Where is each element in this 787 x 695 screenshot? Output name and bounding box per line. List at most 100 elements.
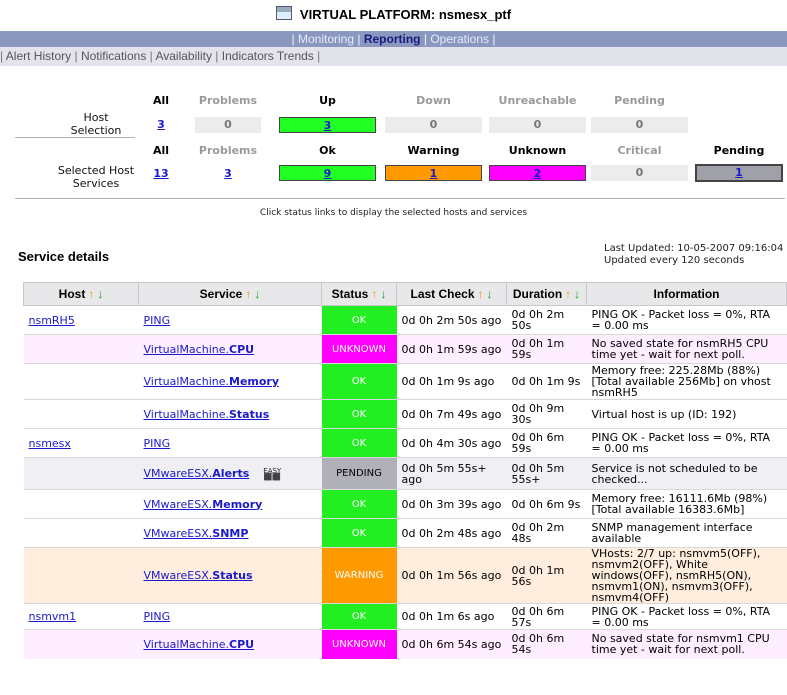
sort-down-icon[interactable]: ↓ [487,287,493,301]
menu-monitoring[interactable]: Monitoring [298,32,354,46]
service-cell: VMwareESX.Alerts EASY ⬛⬛ [138,457,322,490]
last-check-cell: 0d 0h 1m 59s ago [396,334,507,364]
service-link[interactable]: VirtualMachine.Status [144,408,270,421]
svc-problems-link[interactable]: 3 [224,167,232,180]
information-cell: Service is not scheduled to be checked..… [586,457,787,490]
sort-up-icon[interactable]: ↑ [478,287,484,301]
host-cell [23,334,139,364]
host-cell: nsmesx [23,428,139,458]
service-cell: VirtualMachine.Status [138,399,322,429]
service-cell: PING [138,428,322,458]
service-link[interactable]: VMwareESX.Memory [144,498,263,511]
host-selection-label: Host Selection [70,111,122,137]
service-cell: VirtualMachine.CPU [138,629,322,659]
svc-pending-link[interactable]: 1 [735,166,743,179]
last-check-cell: 0d 0h 5m 55s+ ago [396,457,507,490]
service-cell: VMwareESX.SNMP [138,518,322,548]
col-status[interactable]: Status ↑ ↓ [321,282,397,306]
service-cell: VMwareESX.Memory [138,489,322,519]
duration-cell: 0d 0h 6m 54s [506,629,587,659]
menu-operations[interactable]: Operations [430,32,489,46]
svc-all-header: All [152,144,170,157]
table-row: nsmesx PING OK 0d 0h 4m 30s ago 0d 0h 6m 59s… [23,428,787,458]
submenu-indicators-trends[interactable]: Indicators Trends [222,49,314,63]
host-cell [23,629,139,659]
svc-warning-header: Warning [407,144,460,157]
service-link[interactable]: VMwareESX.Alerts [144,467,250,480]
host-cell: nsmvm1 [23,603,139,630]
host-problems-count: 0 [195,117,261,133]
menu-separator: | [357,32,361,46]
sort-up-icon[interactable]: ↑ [88,287,94,301]
host-up-header: Up [319,94,336,107]
service-cell: VMwareESX.Status [138,547,322,604]
service-link[interactable]: VirtualMachine.CPU [144,638,255,651]
information-cell: No saved state for nsmvm1 CPU time yet -… [586,629,787,659]
service-link[interactable]: VirtualMachine.Memory [144,375,280,388]
submenu-alert-history[interactable]: Alert History [6,49,71,63]
service-link[interactable]: PING [144,437,171,450]
information-cell: PING OK - Packet loss = 0%, RTA = 0.00 m… [586,603,787,630]
host-down-count: 0 [385,117,482,133]
host-up-link[interactable]: 3 [324,119,332,132]
information-cell: Memory free: 16111.6Mb (98%) [Total avai… [586,489,787,519]
col-service[interactable]: Service ↑ ↓ [138,282,322,306]
svc-warning-link[interactable]: 1 [430,167,438,180]
information-cell: PING OK - Packet loss = 0%, RTA = 0.00 m… [586,305,787,335]
duration-cell: 0d 0h 6m 57s [506,603,587,630]
host-all-link[interactable]: 3 [157,118,165,131]
host-pending-header: Pending [614,94,665,107]
duration-cell: 0d 0h 9m 30s [506,399,587,429]
svc-critical-header: Critical [617,144,662,157]
svc-warning-count: 1 [385,165,482,181]
status-badge: UNKNOWN [321,629,397,659]
status-summary: Host Selection All Problems Up Down Unrea… [0,86,787,204]
refresh-interval: Updated every 120 seconds [604,255,745,266]
sort-down-icon[interactable]: ↓ [254,287,260,301]
col-last-check[interactable]: Last Check ↑ ↓ [396,282,507,306]
table-row: VMwareESX.Memory OK 0d 0h 3m 39s ago 0d 0h … [23,489,787,519]
status-badge: OK [321,603,397,630]
information-cell: Virtual host is up (ID: 192) [586,399,787,429]
sort-up-icon[interactable]: ↑ [245,287,251,301]
svc-ok-link[interactable]: 9 [324,167,332,180]
table-row: VMwareESX.Alerts EASY ⬛⬛ PENDING 0d 0h 5m 55… [23,457,787,490]
information-cell: Memory free: 225.28Mb (88%) [Total avail… [586,363,787,400]
submenu-availability[interactable]: Availability [155,49,211,63]
svc-pending-header: Pending [713,144,765,157]
host-pending-count: 0 [591,117,688,133]
selected-host-services-label: Selected Host Services [57,164,135,190]
svc-critical-count: 0 [591,165,688,181]
host-link[interactable]: nsmRH5 [29,314,75,327]
sort-down-icon[interactable]: ↓ [97,287,103,301]
host-link[interactable]: nsmesx [29,437,71,450]
information-cell: SNMP management interface available [586,518,787,548]
col-duration[interactable]: Duration ↑ ↓ [506,282,587,306]
host-cell [23,457,139,490]
sort-down-icon[interactable]: ↓ [574,287,580,301]
table-row: nsmRH5 PING OK 0d 0h 2m 50s ago 0d 0h 2m 50s… [23,305,787,335]
service-link[interactable]: PING [144,610,171,623]
service-link[interactable]: VMwareESX.SNMP [144,527,249,540]
status-badge: UNKNOWN [321,334,397,364]
last-updated-time: Last Updated: 10-05-2007 09:16:04 [604,243,784,254]
svc-ok-header: Ok [319,144,336,157]
service-link[interactable]: VirtualMachine.CPU [144,343,255,356]
service-link[interactable]: VMwareESX.Status [144,569,253,582]
status-badge: OK [321,518,397,548]
svc-unknown-link[interactable]: 2 [534,167,542,180]
duration-cell: 0d 0h 2m 50s [506,305,587,335]
service-link[interactable]: PING [144,314,171,327]
menu-reporting[interactable]: Reporting [364,32,421,46]
host-link[interactable]: nsmvm1 [29,610,77,623]
submenu-notifications[interactable]: Notifications [81,49,146,63]
col-host[interactable]: Host ↑ ↓ [23,282,139,306]
sort-up-icon[interactable]: ↑ [565,287,571,301]
last-check-cell: 0d 0h 1m 9s ago [396,363,507,400]
last-check-cell: 0d 0h 2m 48s ago [396,518,507,548]
table-header-row: Host ↑ ↓ Service ↑ ↓ Status ↑ ↓ Last Check ↑ ↓ D… [23,282,787,306]
svc-all-count: 13 [140,166,182,182]
svc-all-link[interactable]: 13 [153,167,168,180]
sort-up-icon[interactable]: ↑ [371,287,377,301]
sort-down-icon[interactable]: ↓ [380,287,386,301]
